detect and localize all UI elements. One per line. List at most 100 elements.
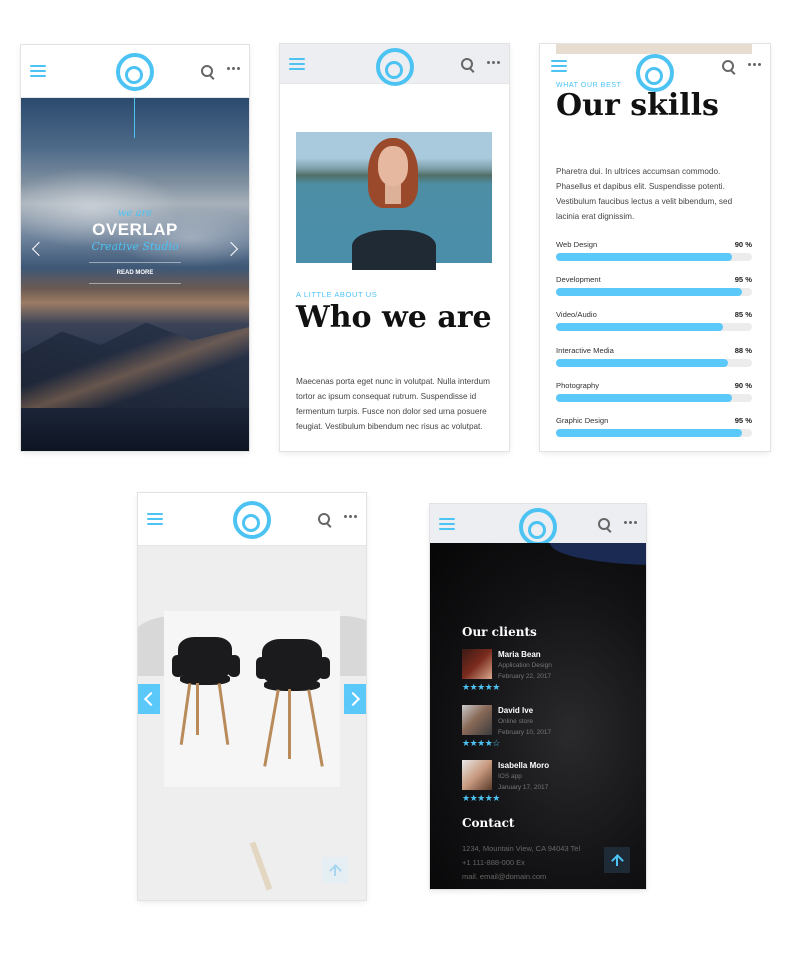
client-date: February 22, 2017: [498, 673, 552, 680]
skill-track: [556, 323, 752, 331]
skill-percent: 90 %: [734, 381, 752, 390]
skill-track: [556, 288, 752, 296]
avatar: [462, 649, 492, 679]
contact-phone: +1 111-888-000 Ex: [462, 858, 525, 867]
skill-bar: [556, 253, 733, 261]
client-item: Isabella Moro IOS app January 17, 2017 ★…: [462, 760, 632, 812]
skill-track: [556, 429, 752, 437]
client-name: David Ive: [498, 706, 534, 715]
skill-bar: [556, 288, 743, 296]
menu-icon[interactable]: [439, 518, 455, 530]
skill-row: Development 95 %: [556, 275, 752, 301]
menu-icon[interactable]: [30, 65, 46, 77]
skill-percent: 88 %: [734, 346, 752, 355]
mockup-overlap-hero: we are OVERLAP Creative Studio READ MORE: [21, 45, 249, 451]
skill-row: Graphic Design 95 %: [556, 416, 752, 442]
search-icon[interactable]: [201, 65, 215, 80]
more-icon[interactable]: [624, 521, 638, 525]
mockup-about: A LITTLE ABOUT US Who we are Maecenas po…: [280, 44, 509, 451]
menu-icon[interactable]: [147, 513, 163, 525]
chair-image: [170, 637, 240, 747]
client-date: January 17, 2017: [498, 784, 549, 791]
logo-icon[interactable]: [116, 53, 154, 91]
skill-label: Development: [556, 275, 601, 284]
skill-row: Web Design 90 %: [556, 240, 752, 266]
skill-percent: 95 %: [734, 416, 752, 425]
skill-bar: [556, 359, 729, 367]
client-item: Maria Bean Application Design February 2…: [462, 649, 632, 701]
skill-label: Interactive Media: [556, 346, 614, 355]
skill-label: Web Design: [556, 240, 598, 249]
about-text: Maecenas porta eget nunc in volutpat. Nu…: [296, 377, 490, 431]
search-icon[interactable]: [318, 513, 332, 528]
logo-icon[interactable]: [519, 508, 557, 546]
slider-next-button[interactable]: [344, 684, 366, 714]
avatar: [462, 705, 492, 735]
slider-prev-button[interactable]: [138, 684, 160, 714]
about-kicker: A LITTLE ABOUT US: [296, 290, 378, 299]
clients-title: Our clients: [462, 625, 537, 639]
image-strip: [556, 44, 752, 54]
hero-subtitle: Creative Studio: [91, 240, 179, 253]
back-to-top-button[interactable]: [604, 847, 630, 873]
skill-row: Video/Audio 85 %: [556, 310, 752, 336]
about-title: Who we are: [296, 300, 492, 335]
header-bar: [540, 54, 770, 92]
read-more-button[interactable]: READ MORE: [89, 262, 181, 284]
client-role: Application Design: [498, 662, 552, 669]
portrait-photo: [296, 132, 492, 270]
skill-bar: [556, 429, 743, 437]
header-bar: [21, 45, 249, 98]
skill-bar: [556, 323, 723, 331]
hero-title: OVERLAP: [92, 220, 178, 239]
menu-icon[interactable]: [289, 58, 305, 70]
search-icon[interactable]: [461, 58, 475, 73]
skill-bar: [556, 394, 733, 402]
skill-track: [556, 359, 752, 367]
avatar: [462, 760, 492, 790]
skill-row: Photography 90 %: [556, 381, 752, 407]
more-icon[interactable]: [227, 67, 241, 71]
header-bar: [280, 44, 509, 86]
logo-icon[interactable]: [375, 48, 414, 86]
logo-icon[interactable]: [233, 501, 271, 539]
skill-label: Graphic Design: [556, 416, 609, 425]
more-icon[interactable]: [487, 61, 501, 65]
chevron-left-icon[interactable]: [31, 241, 43, 257]
back-to-top-button[interactable]: [322, 857, 348, 883]
star-icon: ★★★★★: [462, 793, 500, 803]
more-icon[interactable]: [748, 63, 762, 67]
client-role: IOS app: [498, 773, 522, 780]
skill-track: [556, 253, 752, 261]
chevron-right-icon[interactable]: [227, 241, 239, 257]
hero-we-are: we are: [117, 208, 153, 219]
contact-address: 1234, Mountain View, CA 94043 Tel: [462, 844, 581, 853]
skill-percent: 95 %: [734, 275, 752, 284]
contact-title: Contact: [462, 816, 515, 830]
product-image: [164, 611, 340, 787]
logo-icon[interactable]: [636, 54, 674, 92]
header-bar: [430, 504, 646, 546]
skill-row: Interactive Media 88 %: [556, 346, 752, 372]
skills-title: Our skills: [556, 88, 719, 123]
more-icon[interactable]: [344, 515, 358, 519]
client-role: Online store: [498, 718, 534, 725]
client-name: Maria Bean: [498, 650, 541, 659]
hero-divider-line: [134, 98, 135, 138]
skill-percent: 90 %: [734, 240, 752, 249]
star-icon: ★★★★☆: [462, 738, 500, 748]
mockup-clients: Our clients Maria Bean Application Desig…: [430, 504, 646, 889]
star-icon: ★★★★★: [462, 682, 500, 692]
menu-icon[interactable]: [551, 60, 567, 72]
client-date: February 10, 2017: [498, 729, 552, 736]
mockup-skills: WHAT OUR BEST Our skills Pharetra dui. I…: [540, 44, 770, 451]
skills-text: Pharetra dui. In ultrices accumsan commo…: [556, 167, 733, 221]
client-name: Isabella Moro: [498, 761, 550, 770]
contact-email[interactable]: mail. email@domain.com: [462, 870, 612, 883]
search-icon[interactable]: [722, 60, 736, 75]
skill-track: [556, 394, 752, 402]
search-icon[interactable]: [598, 518, 612, 533]
mockup-product-slider: [138, 493, 366, 900]
header-bar: [138, 493, 366, 546]
client-item: David Ive Online store February 10, 2017…: [462, 705, 632, 757]
